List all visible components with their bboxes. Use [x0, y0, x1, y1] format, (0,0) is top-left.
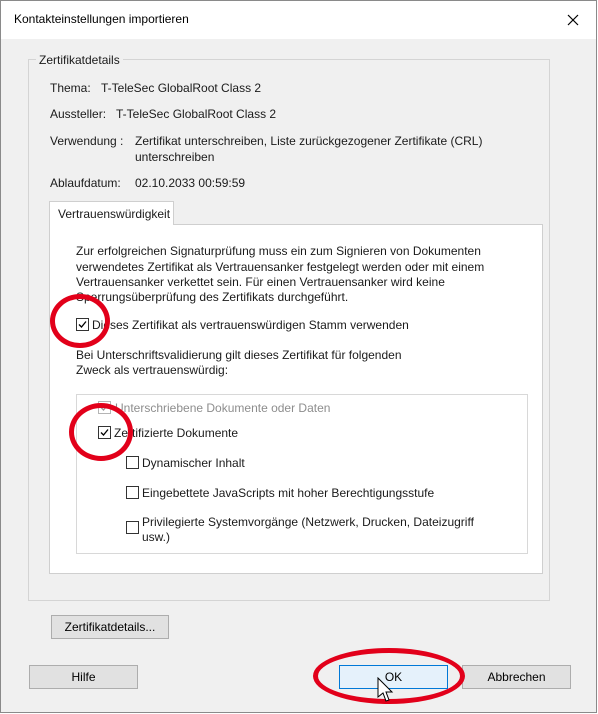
close-icon[interactable] [560, 7, 586, 33]
subject-label: Thema: [50, 81, 91, 95]
annotation-ring-trusted-root [50, 294, 110, 348]
purpose-text-line1: Bei Unterschriftsvalidierung gilt dieses… [76, 348, 402, 362]
expiry-value: 02.10.2033 00:59:59 [135, 176, 246, 190]
group-label: Zertifikatdetails [36, 53, 123, 67]
cancel-button[interactable]: Abbrechen [462, 665, 571, 689]
trusted-root-label[interactable]: Dieses Zertifikat als vertrauenswürdigen… [92, 317, 409, 333]
embedded-js-label[interactable]: Eingebettete JavaScripts mit hoher Berec… [142, 485, 434, 501]
intro-text-line2: verwendetes Zertifikat als Vertrauensank… [76, 260, 485, 274]
title-bar: Kontakteinstellungen importieren [1, 1, 596, 39]
privileged-ops-label-line2[interactable]: usw.) [142, 529, 170, 545]
usage-label: Verwendung : [50, 134, 124, 148]
help-button[interactable]: Hilfe [29, 665, 138, 689]
privileged-ops-label-line1[interactable]: Privilegierte Systemvorgänge (Netzwerk, … [142, 514, 474, 530]
usage-value-line1: Zertifikat unterschreiben, Liste zurückg… [135, 134, 483, 148]
expiry-label: Ablaufdatum: [50, 176, 121, 190]
privileged-ops-checkbox[interactable] [126, 521, 139, 534]
issuer-value: T-TeleSec GlobalRoot Class 2 [116, 107, 277, 121]
dialog-title: Kontakteinstellungen importieren [14, 12, 189, 26]
certificate-details-button[interactable]: Zertifikatdetails... [51, 615, 169, 639]
purpose-text-line2: Zweck als vertrauenswürdig: [76, 363, 229, 377]
issuer-label: Aussteller: [50, 107, 107, 121]
embedded-js-checkbox[interactable] [126, 486, 139, 499]
intro-text-line4: Sperrungsüberprüfung des Zertifikats dur… [76, 290, 349, 304]
tab-trust[interactable]: Vertrauenswürdigkeit [49, 201, 174, 225]
subject-value: T-TeleSec GlobalRoot Class 2 [101, 81, 262, 95]
signed-docs-label: Unterschriebene Dokumente oder Daten [115, 401, 331, 415]
dynamic-content-label[interactable]: Dynamischer Inhalt [142, 455, 245, 471]
mouse-pointer-icon [377, 676, 395, 708]
dynamic-content-checkbox[interactable] [126, 456, 139, 469]
intro-text-line3: Vertrauensanker verkettet sein. Für eine… [76, 275, 445, 289]
dialog-window: Kontakteinstellungen importieren Zertifi… [0, 0, 597, 713]
tab-trust-label: Vertrauenswürdigkeit [58, 207, 171, 221]
usage-value-line2: unterschreiben [135, 150, 215, 164]
intro-text-line1: Zur erfolgreichen Signaturprüfung muss e… [76, 244, 481, 258]
annotation-ring-certified-docs [69, 403, 133, 461]
